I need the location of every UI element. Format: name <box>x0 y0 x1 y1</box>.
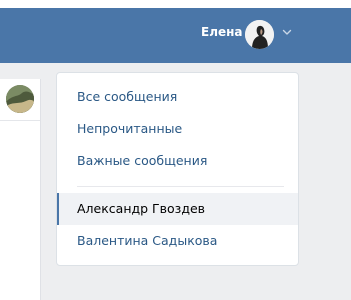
menu-item-important[interactable]: Важные сообщения <box>57 145 298 177</box>
top-strip <box>0 0 351 8</box>
menu-item-unread[interactable]: Непрочитанные <box>57 113 298 145</box>
menu-item-conversation-aleksandr[interactable]: Александр Гвоздев <box>57 193 298 225</box>
menu-item-conversation-valentina[interactable]: Валентина Садыкова <box>57 225 298 257</box>
menu-divider <box>77 186 284 187</box>
menu-item-all-messages[interactable]: Все сообщения <box>57 81 298 113</box>
conversation-avatar[interactable] <box>6 85 34 113</box>
user-avatar[interactable] <box>245 20 274 49</box>
header-user-name[interactable]: Елена <box>201 25 243 39</box>
left-panel-divider <box>0 120 40 121</box>
chevron-down-icon[interactable] <box>282 28 292 36</box>
avatar-photo-icon <box>245 20 274 49</box>
messages-filter-menu: Все сообщения Непрочитанные Важные сообщ… <box>56 72 299 266</box>
conversations-left-panel <box>0 79 41 300</box>
landscape-avatar-icon <box>6 85 34 113</box>
top-header-bar: Елена <box>0 0 351 63</box>
